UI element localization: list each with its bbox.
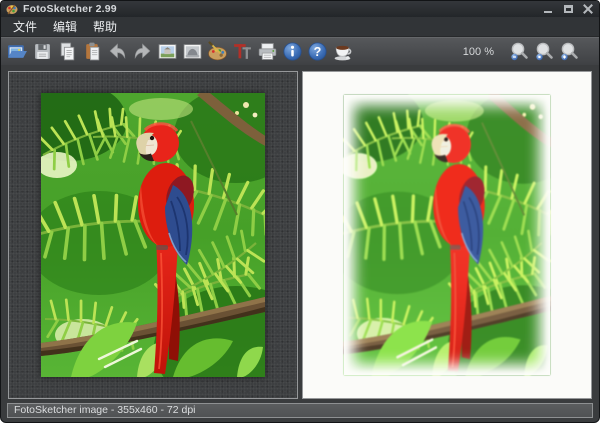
open-folder-icon	[7, 41, 28, 62]
minimize-icon	[544, 11, 552, 13]
app-logo-icon	[6, 3, 18, 15]
status-area: FotoSketcher image - 355x460 - 72 dpi	[1, 399, 599, 418]
about-button[interactable]	[280, 39, 305, 64]
zoom-actual-size-icon	[533, 41, 555, 63]
text-tool-icon	[232, 41, 253, 62]
open-image-button[interactable]	[5, 39, 30, 64]
copy-pages-icon	[57, 41, 78, 62]
view-original-image-button[interactable]	[155, 39, 180, 64]
result-image-panel	[302, 71, 592, 399]
menu-file[interactable]: 文件	[10, 17, 40, 36]
coffee-cup-icon	[332, 41, 353, 62]
paste-clipboard-icon	[82, 41, 103, 62]
window-title: FotoSketcher 2.99	[23, 3, 117, 15]
app-window: FotoSketcher 2.99 文件 编辑 帮助	[0, 0, 600, 423]
printer-icon	[257, 41, 278, 62]
canvas-area	[1, 65, 599, 399]
menu-bar: 文件 编辑 帮助	[1, 17, 599, 37]
toolbar: ? 100 %	[1, 37, 599, 65]
original-image-panel	[8, 71, 298, 399]
svg-text:?: ?	[314, 45, 322, 59]
zoom-out-button[interactable]	[506, 39, 531, 64]
close-button[interactable]	[582, 3, 594, 15]
painted-parrot-result	[344, 95, 550, 375]
paste-button[interactable]	[80, 39, 105, 64]
help-button[interactable]: ?	[305, 39, 330, 64]
status-bar: FotoSketcher image - 355x460 - 72 dpi	[7, 403, 593, 418]
info-icon	[282, 41, 303, 62]
donate-coffee-button[interactable]	[330, 39, 355, 64]
status-text: FotoSketcher image - 355x460 - 72 dpi	[14, 404, 196, 416]
zoom-actual-size-button[interactable]	[531, 39, 556, 64]
redo-arrow-icon	[132, 41, 153, 62]
original-photo-icon	[157, 41, 178, 62]
zoom-in-button[interactable]	[556, 39, 581, 64]
minimize-button[interactable]	[542, 3, 554, 15]
menu-help[interactable]: 帮助	[90, 17, 120, 36]
zoom-out-icon	[508, 41, 530, 63]
help-icon: ?	[307, 41, 328, 62]
print-button[interactable]	[255, 39, 280, 64]
undo-arrow-icon	[107, 41, 128, 62]
drawing-parameters-button[interactable]	[205, 39, 230, 64]
save-button[interactable]	[30, 39, 55, 64]
maximize-button[interactable]	[562, 3, 574, 15]
paint-palette-icon	[207, 41, 228, 62]
floppy-disk-icon	[32, 41, 53, 62]
original-parrot-photo	[41, 93, 265, 377]
close-icon	[583, 4, 593, 14]
zoom-level-value: 100 %	[463, 46, 494, 58]
zoom-in-icon	[558, 41, 580, 63]
result-photo-icon	[182, 41, 203, 62]
title-bar: FotoSketcher 2.99	[1, 1, 599, 17]
undo-button[interactable]	[105, 39, 130, 64]
add-text-button[interactable]	[230, 39, 255, 64]
redo-button[interactable]	[130, 39, 155, 64]
maximize-icon	[564, 5, 573, 13]
copy-button[interactable]	[55, 39, 80, 64]
view-result-image-button[interactable]	[180, 39, 205, 64]
menu-edit[interactable]: 编辑	[50, 17, 80, 36]
